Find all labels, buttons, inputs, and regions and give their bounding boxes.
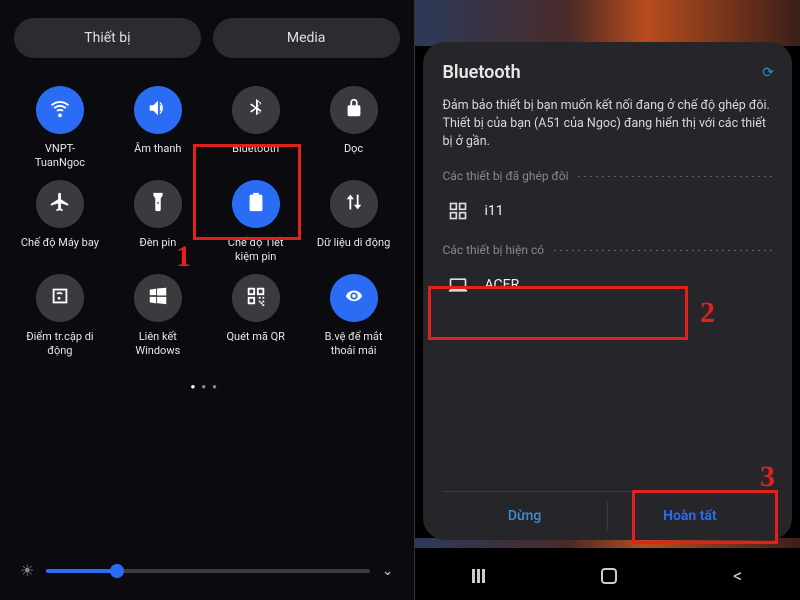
quick-tiles-grid: VNPT-TuanNgoc Âm thanh Bluetooth Dọc Chế… bbox=[14, 86, 400, 358]
tile-label: Dọc bbox=[344, 142, 363, 156]
tile-eyecomfort[interactable]: B.vệ để mắt thoải mái bbox=[308, 274, 400, 358]
tile-label: Liên kết Windows bbox=[118, 330, 198, 358]
tile-wifi[interactable]: VNPT-TuanNgoc bbox=[14, 86, 106, 170]
bluetooth-sheet: Bluetooth ⟳ Đảm bảo thiết bị bạn muốn kế… bbox=[423, 42, 793, 540]
hotspot-icon bbox=[49, 285, 71, 311]
sheet-description: Đảm bảo thiết bị bạn muốn kết nối đang ở… bbox=[443, 97, 773, 151]
device-name: i11 bbox=[485, 203, 504, 219]
tile-qr[interactable]: Quét mã QR bbox=[210, 274, 302, 358]
wifi-icon bbox=[49, 97, 71, 123]
page-indicator: ●●● bbox=[14, 382, 400, 391]
tile-label: Chế độ Tiết kiệm pin bbox=[216, 236, 296, 264]
tile-label: Điểm tr.cập di động bbox=[20, 330, 100, 358]
bluetooth-icon bbox=[245, 97, 267, 123]
tile-label: Đèn pin bbox=[139, 236, 176, 250]
device-name: ACER bbox=[485, 277, 520, 293]
stop-button[interactable]: Dừng bbox=[443, 492, 607, 540]
tile-hotspot[interactable]: Điểm tr.cập di động bbox=[14, 274, 106, 358]
tile-label: B.vệ để mắt thoải mái bbox=[314, 330, 394, 358]
done-button[interactable]: Hoàn tất bbox=[608, 492, 772, 540]
tile-label: Quét mã QR bbox=[226, 330, 285, 344]
tile-flashlight[interactable]: Đèn pin bbox=[112, 180, 204, 264]
tile-orientation[interactable]: Dọc bbox=[308, 86, 400, 170]
quick-settings-panel: Thiết bị Media VNPT-TuanNgoc Âm thanh Bl… bbox=[0, 0, 415, 600]
brightness-icon: ☀ bbox=[20, 561, 34, 580]
tile-airplane[interactable]: Chế độ Máy bay bbox=[14, 180, 106, 264]
tile-label: Chế độ Máy bay bbox=[21, 236, 99, 250]
tile-windows[interactable]: Liên kết Windows bbox=[112, 274, 204, 358]
tile-label: Âm thanh bbox=[134, 142, 181, 156]
tile-powersave[interactable]: Chế độ Tiết kiệm pin bbox=[210, 180, 302, 264]
eye-icon bbox=[343, 285, 365, 311]
device-grid-icon bbox=[447, 201, 469, 221]
airplane-icon bbox=[49, 191, 71, 217]
wallpaper-strip bbox=[415, 0, 800, 46]
bluetooth-settings-panel: Bluetooth ⟳ Đảm bảo thiết bị bạn muốn kế… bbox=[415, 0, 800, 600]
sheet-actions: Dừng Hoàn tất bbox=[443, 491, 773, 540]
qr-icon bbox=[245, 285, 267, 311]
tile-data[interactable]: Dữ liệu di động bbox=[308, 180, 400, 264]
scanning-spinner-icon: ⟳ bbox=[762, 65, 772, 81]
back-button[interactable] bbox=[733, 566, 742, 587]
windows-icon bbox=[147, 285, 169, 311]
tile-bluetooth[interactable]: Bluetooth bbox=[210, 86, 302, 170]
home-button[interactable] bbox=[601, 568, 617, 584]
tile-label: Bluetooth bbox=[232, 142, 279, 156]
available-device-row[interactable]: ACER bbox=[443, 263, 773, 307]
brightness-slider[interactable] bbox=[46, 569, 369, 573]
paired-device-row[interactable]: i11 bbox=[443, 189, 773, 233]
tile-label: Dữ liệu di động bbox=[317, 236, 390, 250]
panel-tabs: Thiết bị Media bbox=[14, 18, 400, 58]
recents-button[interactable] bbox=[472, 569, 485, 583]
sound-icon bbox=[147, 97, 169, 123]
lock-icon bbox=[343, 97, 365, 123]
android-navbar bbox=[415, 552, 800, 600]
expand-icon[interactable]: ⌄ bbox=[382, 563, 394, 579]
tile-sound[interactable]: Âm thanh bbox=[112, 86, 204, 170]
data-icon bbox=[343, 191, 365, 217]
tile-label: VNPT-TuanNgoc bbox=[20, 142, 100, 170]
brightness-row: ☀ ⌄ bbox=[20, 561, 394, 580]
available-section-header: Các thiết bị hiện có bbox=[443, 243, 773, 257]
flashlight-icon bbox=[147, 191, 169, 217]
tab-device[interactable]: Thiết bị bbox=[14, 18, 201, 58]
battery-icon bbox=[245, 191, 267, 217]
sheet-title: Bluetooth bbox=[443, 62, 521, 83]
laptop-icon bbox=[447, 275, 469, 295]
tab-media[interactable]: Media bbox=[213, 18, 400, 58]
paired-section-header: Các thiết bị đã ghép đôi bbox=[443, 169, 773, 183]
